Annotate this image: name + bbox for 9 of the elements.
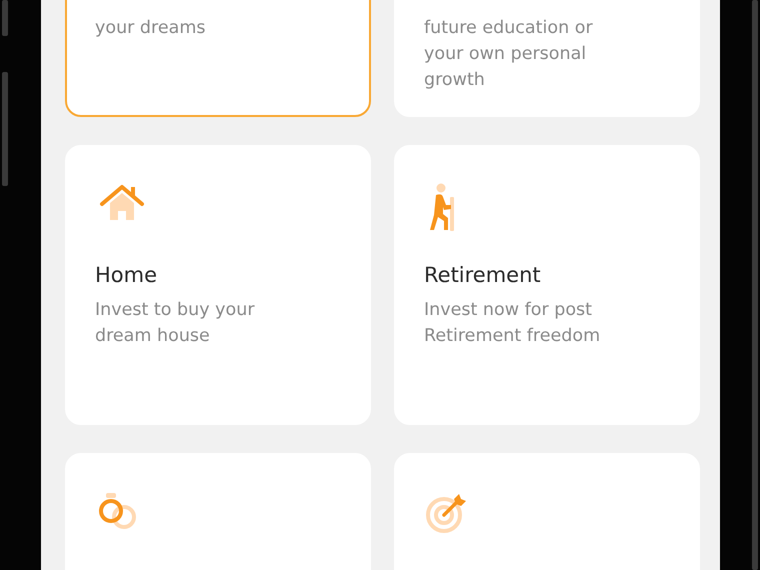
goal-title: Retirement (424, 262, 542, 289)
goal-title: Home (95, 262, 158, 289)
goal-description: Invest now for post Retirement freedom (424, 299, 602, 348)
goal-description: your dreams (95, 17, 206, 40)
goal-description: Invest to buy your dream house (95, 299, 256, 348)
house-icon (97, 183, 147, 223)
goal-description: future education or your own personal growth (424, 17, 594, 92)
goal-card[interactable]: Retirement Invest now for post Retirement freedom (394, 145, 700, 425)
goal-card[interactable]: Home Invest to buy your dream house (65, 145, 371, 425)
